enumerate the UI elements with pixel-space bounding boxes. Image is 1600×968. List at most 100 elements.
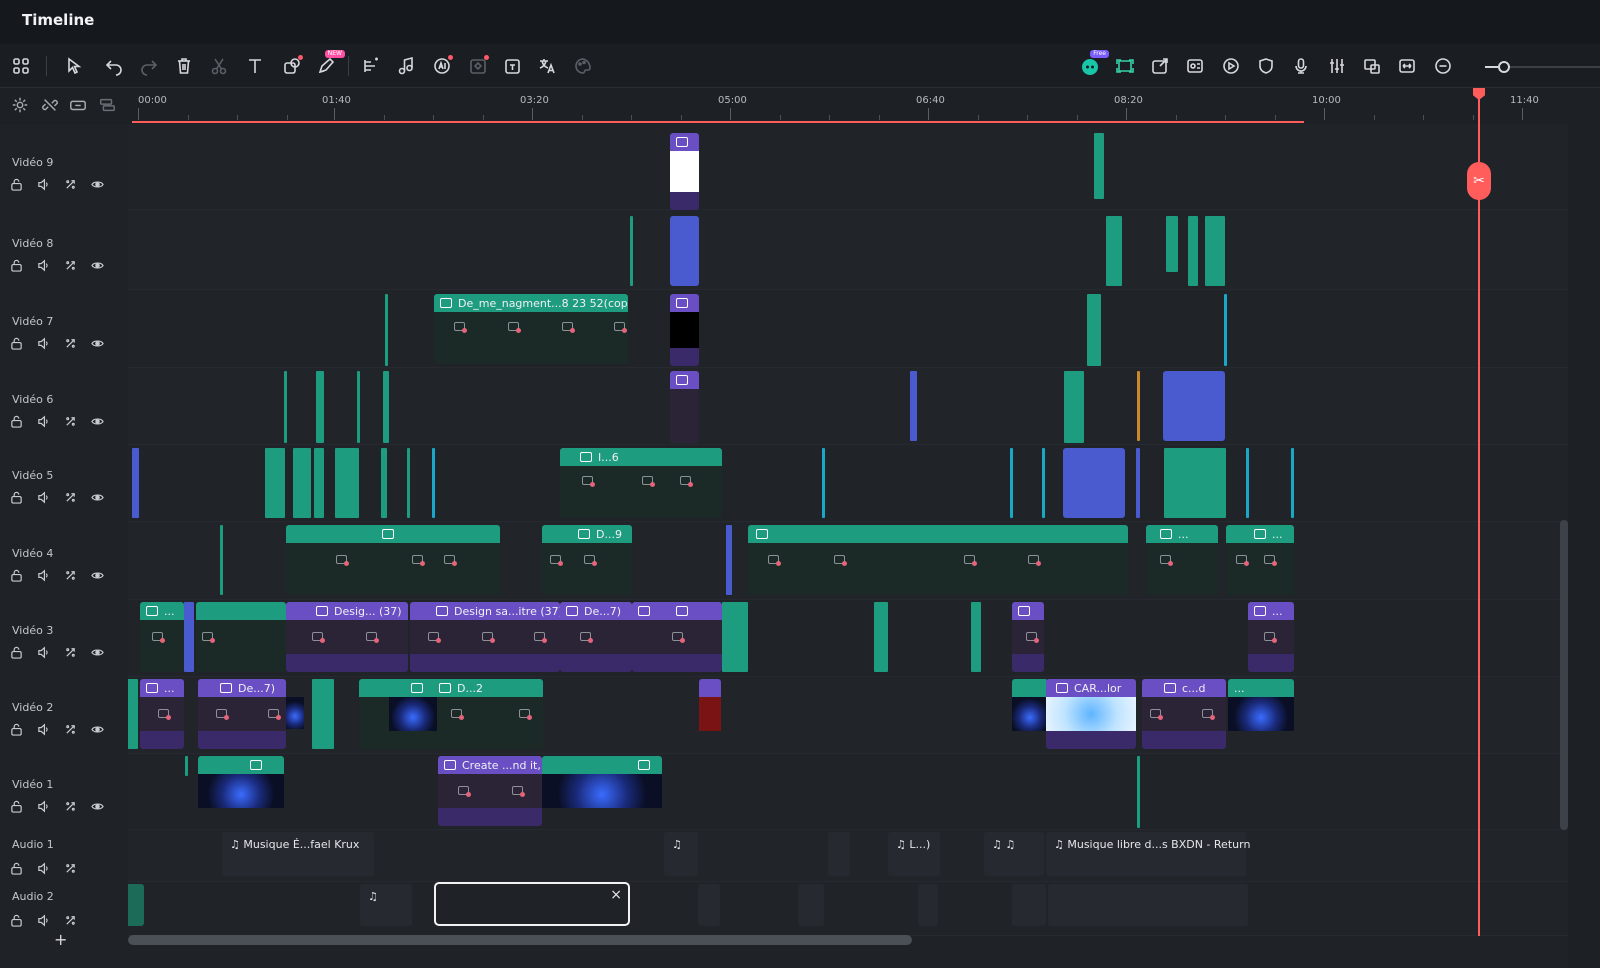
image-clip[interactable]: ... [140, 679, 184, 749]
lock-icon[interactable] [8, 798, 24, 814]
color-palette-icon[interactable] [570, 53, 596, 79]
image-clip[interactable]: Design sa...itre (37) [410, 602, 560, 672]
auto-reframe-icon[interactable] [1112, 53, 1138, 79]
eye-icon[interactable] [89, 798, 105, 814]
speaker-icon[interactable] [35, 176, 51, 192]
split-scissors-icon[interactable] [206, 53, 232, 79]
lock-icon[interactable] [8, 176, 24, 192]
video-clip-group[interactable] [198, 756, 284, 816]
video-clip[interactable]: ... [1146, 525, 1218, 595]
video-clip-sliver[interactable] [314, 448, 324, 518]
audio-clip[interactable] [1048, 884, 1248, 926]
video-clip-group[interactable] [748, 525, 1128, 595]
track-layout-icon[interactable] [96, 94, 118, 116]
image-clip-group[interactable] [632, 602, 722, 672]
translate-icon[interactable] [534, 53, 560, 79]
image-clip[interactable]: Desig... (37) [286, 602, 408, 672]
text-clip-sliver[interactable] [1136, 448, 1140, 518]
lock-icon[interactable] [8, 413, 24, 429]
keyframe-icon[interactable] [465, 53, 491, 79]
video-clip-sliver[interactable] [265, 448, 285, 518]
audio-clip[interactable] [798, 884, 824, 926]
speaker-icon[interactable] [35, 335, 51, 351]
track-effects-icon[interactable] [62, 912, 78, 928]
video-clip[interactable]: ... [1226, 525, 1294, 595]
speaker-icon[interactable] [35, 567, 51, 583]
close-icon[interactable]: × [610, 887, 622, 903]
grid-menu-icon[interactable] [8, 53, 34, 79]
video-clip-group[interactable] [1164, 448, 1226, 518]
video-clip-sliver[interactable] [1106, 216, 1122, 286]
add-track-button[interactable]: + [54, 930, 67, 949]
title-clip-sliver[interactable] [1137, 371, 1140, 441]
eye-icon[interactable] [89, 176, 105, 192]
eye-icon[interactable] [89, 567, 105, 583]
track-effects-icon[interactable] [62, 567, 78, 583]
image-clip[interactable] [670, 371, 699, 443]
track-area[interactable]: De_me_nagment...8 23 52(copy) I...6 D...… [128, 124, 1568, 936]
video-clip-sliver[interactable] [293, 448, 311, 518]
playhead-line[interactable] [1478, 88, 1480, 936]
audio-beat-icon[interactable] [393, 53, 419, 79]
eye-icon[interactable] [89, 413, 105, 429]
shield-icon[interactable] [1253, 53, 1279, 79]
lock-icon[interactable] [8, 721, 24, 737]
video-clip[interactable]: De_me_nagment...8 23 52(copy) [434, 294, 628, 364]
audio-clip[interactable]: ♫ Musique É...fael Krux [222, 832, 374, 876]
video-clip-sliver[interactable] [1087, 294, 1101, 366]
speaker-icon[interactable] [35, 489, 51, 505]
image-clip[interactable] [670, 294, 699, 366]
image-clip[interactable]: De...7) [198, 679, 286, 749]
audio-clip[interactable] [828, 832, 850, 876]
video-clip-sliver[interactable] [1094, 133, 1104, 199]
eye-icon[interactable] [89, 335, 105, 351]
select-pointer-icon[interactable] [61, 53, 87, 79]
export-clip-icon[interactable] [1147, 53, 1173, 79]
image-clip[interactable] [670, 133, 699, 210]
video-clip-sliver[interactable] [316, 371, 324, 443]
zoom-out-icon[interactable] [1430, 53, 1456, 79]
track-effects-icon[interactable] [62, 335, 78, 351]
text-clip-group[interactable] [1063, 448, 1125, 518]
paint-pen-icon[interactable]: NEW [313, 50, 345, 79]
audio-clip[interactable] [1012, 884, 1046, 926]
video-clip-sliver[interactable] [822, 448, 825, 518]
image-clip[interactable]: De...7) [560, 602, 632, 672]
video-clip-sliver[interactable] [312, 679, 334, 749]
video-clip-sliver[interactable] [874, 602, 888, 672]
video-clip[interactable]: ... [140, 602, 184, 672]
text-clip[interactable] [670, 216, 699, 286]
video-clip[interactable]: D...9 [542, 525, 632, 595]
timeline-settings-icon[interactable] [9, 94, 31, 116]
lock-icon[interactable] [8, 257, 24, 273]
audio-clip[interactable]: ♫ Musique libre d...s BXDN - Return [1046, 832, 1250, 876]
video-clip-sliver[interactable] [630, 216, 633, 286]
video-clip-group[interactable]: ... [1228, 679, 1294, 749]
track-effects-icon[interactable] [62, 176, 78, 192]
eye-icon[interactable] [89, 489, 105, 505]
multicam-icon[interactable] [1182, 53, 1208, 79]
delete-icon[interactable] [171, 53, 197, 79]
video-clip-sliver[interactable] [971, 602, 981, 672]
video-clip-sliver[interactable] [722, 602, 748, 672]
image-clip[interactable]: Create ...nd it, [438, 756, 542, 826]
text-clip-sliver[interactable] [910, 371, 917, 441]
audio-mixer-icon[interactable] [1324, 53, 1350, 79]
video-clip-sliver[interactable] [357, 371, 360, 443]
video-clip-sliver[interactable] [335, 448, 359, 518]
text-clip-sliver[interactable] [726, 525, 732, 595]
video-clip-sliver[interactable] [220, 525, 223, 595]
image-clip[interactable] [1012, 602, 1044, 672]
crop-shape-icon[interactable] [279, 53, 305, 79]
video-clip-group[interactable] [542, 756, 662, 816]
video-clip-sliver[interactable] [1166, 216, 1178, 272]
video-clip-sliver[interactable] [128, 679, 138, 749]
speaker-icon[interactable] [35, 721, 51, 737]
video-clip-sliver[interactable] [185, 756, 188, 776]
speaker-icon[interactable] [35, 798, 51, 814]
lock-icon[interactable] [8, 912, 24, 928]
video-clip-sliver[interactable] [1291, 448, 1294, 518]
image-clip[interactable]: c...d [1142, 679, 1226, 749]
audio-clip[interactable]: ♫ [360, 884, 412, 926]
microphone-icon[interactable] [1288, 53, 1314, 79]
